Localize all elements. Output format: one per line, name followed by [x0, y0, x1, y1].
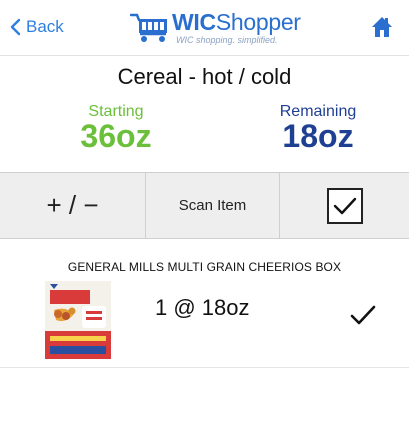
category-title: Cereal - hot / cold: [117, 64, 292, 89]
app-logo: WICShopper WIC shopping. simplified.: [130, 9, 301, 50]
brand-name-bold: WIC: [172, 9, 216, 35]
item-name: GENERAL MILLS MULTI GRAIN CHEERIOS BOX: [67, 260, 342, 274]
chevron-left-icon: [10, 18, 21, 36]
confirm-checkbox[interactable]: [326, 187, 363, 224]
item-quantity: 1 @ 18oz: [155, 295, 250, 320]
back-button[interactable]: Back: [10, 17, 64, 37]
back-label: Back: [26, 17, 64, 36]
brand-tagline: WIC shopping. simplified.: [176, 35, 278, 45]
product-image: [45, 281, 111, 359]
shopping-cart-icon: [130, 13, 167, 42]
remaining-balance: Remaining 18oz: [248, 103, 388, 155]
checkmark-icon: [333, 197, 356, 214]
checkmark-icon: [350, 305, 376, 325]
remaining-value: 18oz: [282, 118, 354, 154]
brand-name: WICShopper: [172, 9, 301, 36]
starting-balance: Starting 36oz: [66, 103, 166, 155]
list-item[interactable]: GENERAL MILLS MULTI GRAIN CHEERIOS BOX 1…: [0, 250, 409, 368]
adjust-quantity-button[interactable]: + / −: [0, 173, 145, 238]
scan-item-button[interactable]: Scan Item: [145, 173, 279, 238]
starting-value: 36oz: [80, 118, 152, 154]
confirm-button[interactable]: [279, 173, 409, 238]
action-bar: + / − Scan Item: [0, 172, 409, 239]
brand-name-rest: Shopper: [215, 9, 301, 35]
home-icon[interactable]: [370, 15, 394, 39]
navigation-bar: Back WICShopper WIC shopping. simplified…: [0, 0, 409, 56]
